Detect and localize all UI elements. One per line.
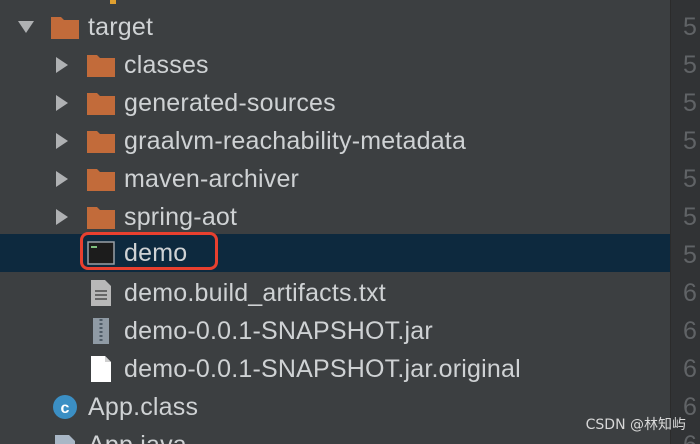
folder-icon (50, 13, 80, 41)
tree-item-label: graalvm-reachability-metadata (124, 127, 467, 155)
svg-text:c: c (61, 400, 70, 417)
class-file-icon: c (50, 393, 80, 421)
tree-item-label: classes (124, 51, 209, 79)
line-number: 5 (683, 203, 697, 231)
tree-item-target[interactable]: target (0, 8, 670, 46)
line-number: 5 (683, 13, 697, 41)
tree-item-demo-0-0-1-snapshot-jar[interactable]: demo-0.0.1-SNAPSHOT.jar (0, 312, 670, 350)
tree-item-label: App.class (88, 393, 199, 421)
chevron-right-icon[interactable] (52, 131, 72, 151)
chevron-right-icon[interactable] (52, 207, 72, 227)
tree-item-label: spring-aot (124, 203, 238, 231)
tree-item-spring-aot[interactable]: spring-aot (0, 198, 670, 236)
tree-item-label: demo (124, 239, 188, 267)
line-number: 6 (683, 317, 697, 345)
tree-item-label: demo-0.0.1-SNAPSHOT.jar (124, 317, 433, 345)
folder-icon (86, 127, 116, 155)
tree-item-demo-build-artifacts-txt[interactable]: demo.build_artifacts.txt (0, 274, 670, 312)
tree-item-label: target (88, 13, 154, 41)
folder-icon (86, 51, 116, 79)
chevron-down-icon[interactable] (16, 17, 36, 37)
line-number: 5 (683, 127, 697, 155)
jar-archive-icon (86, 317, 116, 345)
tree-item-maven-archiver[interactable]: maven-archiver (0, 160, 670, 198)
line-number-gutter: 555555566666 (670, 0, 700, 444)
line-number: 5 (683, 51, 697, 79)
tree-item-demo[interactable]: demo (0, 234, 670, 272)
line-number: 6 (683, 279, 697, 307)
tree-item-app-class[interactable]: c App.class (0, 388, 670, 426)
chevron-right-icon[interactable] (52, 169, 72, 189)
line-number: 5 (683, 241, 697, 269)
tree-item-classes[interactable]: classes (0, 46, 670, 84)
tree-item-label: demo-0.0.1-SNAPSHOT.jar.original (124, 355, 521, 383)
line-number: 6 (683, 355, 697, 383)
tree-item-label: maven-archiver (124, 165, 300, 193)
text-file-icon (86, 279, 116, 307)
folder-icon (86, 165, 116, 193)
file-icon (86, 355, 116, 383)
chevron-right-icon[interactable] (52, 55, 72, 75)
line-number: 5 (683, 89, 697, 117)
line-number: 5 (683, 165, 697, 193)
tree-item-app-java[interactable]: App.java (0, 426, 670, 444)
project-tree: target classes generated-sources graalvm-re… (0, 0, 670, 444)
tree-item-label: generated-sources (124, 89, 336, 117)
project-tree-panel: target classes generated-sources graalvm-re… (0, 0, 700, 444)
executable-file-icon (86, 239, 116, 267)
tree-item-label: demo.build_artifacts.txt (124, 279, 386, 307)
tree-item-graalvm-reachability-metadata[interactable]: graalvm-reachability-metadata (0, 122, 670, 160)
watermark: CSDN @林知屿 (585, 417, 686, 433)
tree-item-demo-0-0-1-snapshot-jar-original[interactable]: demo-0.0.1-SNAPSHOT.jar.original (0, 350, 670, 388)
folder-icon (86, 89, 116, 117)
folder-icon (86, 203, 116, 231)
tree-item-generated-sources[interactable]: generated-sources (0, 84, 670, 122)
java-file-icon (50, 431, 80, 444)
tree-item-label: App.java (88, 426, 187, 444)
chevron-right-icon[interactable] (52, 93, 72, 113)
